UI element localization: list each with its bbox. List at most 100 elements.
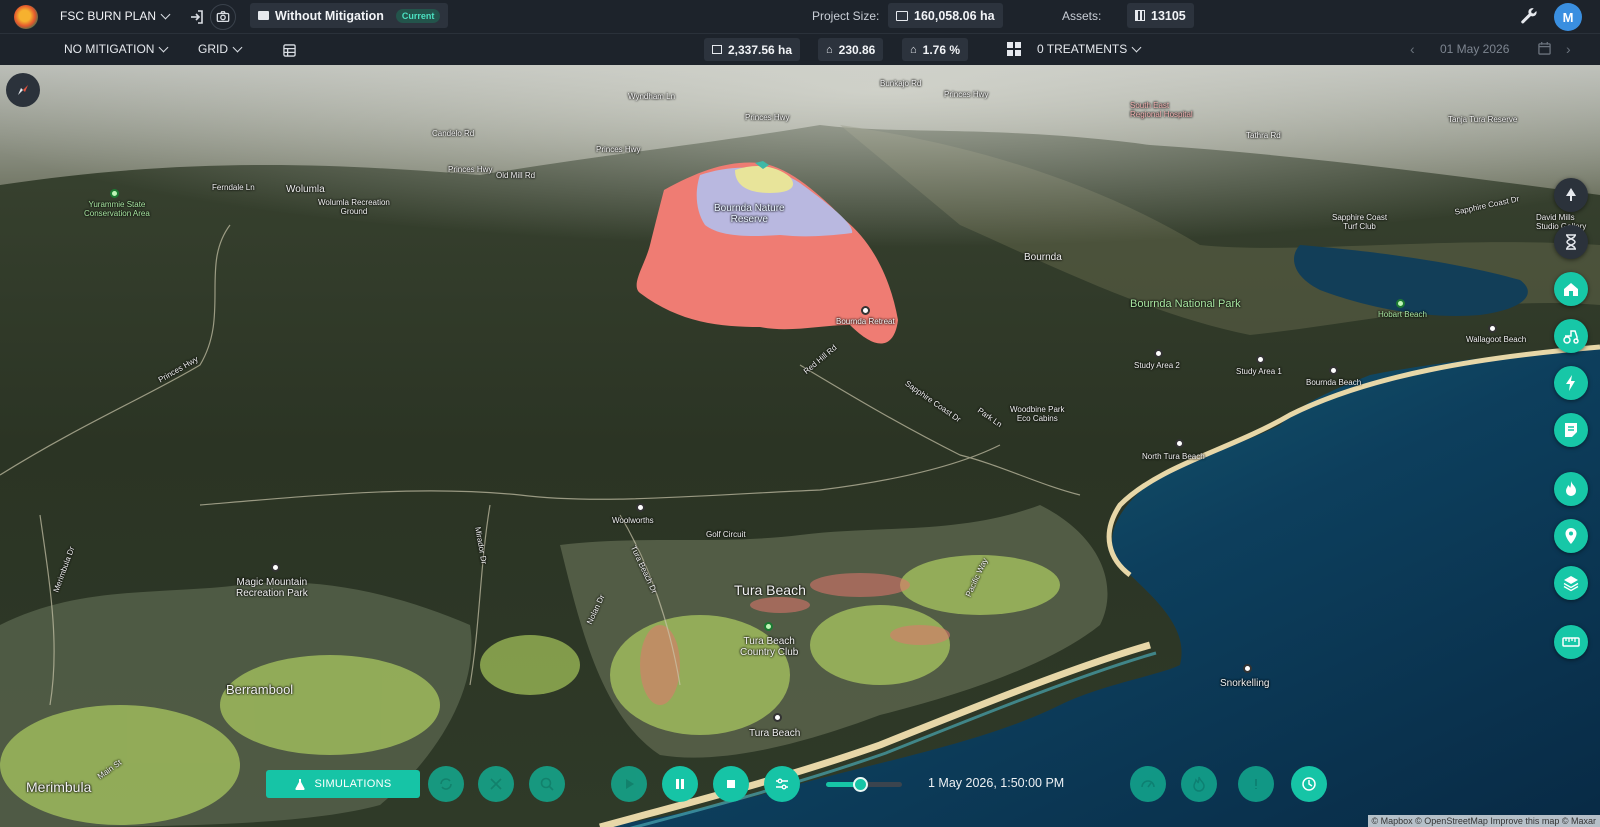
zoom-button[interactable] — [529, 766, 565, 802]
map-label: Merimbula — [26, 779, 92, 795]
ignition-button[interactable] — [1554, 225, 1588, 259]
map-label: Tathra Rd — [1246, 131, 1281, 140]
terrain-background — [0, 65, 1600, 827]
map-label: Magic Mountain Recreation Park — [236, 577, 308, 599]
map-view[interactable]: Wyndham Ln Bunkajo Rd Princes Hwy South … — [0, 65, 1600, 827]
dashboard-icon[interactable] — [1006, 41, 1022, 57]
notes-button[interactable] — [1554, 413, 1588, 447]
clock-icon — [1302, 777, 1316, 791]
map-marker — [1488, 324, 1497, 333]
app-logo[interactable] — [14, 5, 38, 29]
assets-value: 13105 — [1151, 8, 1186, 23]
fire-weather-button[interactable] — [1554, 178, 1588, 212]
map-marker — [1243, 664, 1252, 673]
chevron-down-icon — [159, 42, 169, 52]
camera-icon[interactable] — [210, 4, 236, 30]
top-bar: FSC BURN PLAN Without Mitigation Current… — [0, 0, 1600, 34]
info-icon — [1255, 779, 1257, 789]
tractor-icon — [1563, 330, 1579, 344]
map-label: Woolworths — [612, 516, 654, 525]
compass-icon — [18, 85, 28, 95]
scenario-name: Without Mitigation — [275, 8, 384, 23]
map-label: Study Area 1 — [1236, 367, 1282, 376]
wrench-icon[interactable] — [1518, 5, 1540, 27]
chevron-down-icon — [160, 9, 171, 19]
rotate-button[interactable] — [428, 766, 464, 802]
dashboard-toggle-button[interactable] — [1130, 766, 1166, 802]
tree-icon — [1566, 188, 1576, 201]
avatar[interactable]: M — [1554, 3, 1582, 31]
flame-icon — [1193, 776, 1205, 792]
fire-button[interactable] — [1554, 472, 1588, 506]
sign-in-icon[interactable] — [186, 6, 208, 28]
map-marker — [271, 563, 280, 572]
grid-dropdown[interactable]: GRID — [198, 42, 243, 56]
map-label: Woodbine Park Eco Cabins — [1010, 405, 1065, 423]
map-label: Princes Hwy — [448, 165, 493, 174]
note-icon — [1565, 423, 1577, 437]
fire-behaviour-button[interactable] — [1181, 766, 1217, 802]
date-next-button[interactable]: › — [1566, 41, 1571, 57]
map-label: Tura Beach Country Club — [740, 636, 799, 658]
map-label: Old Mill Rd — [496, 171, 536, 180]
houses-stat-pill: ⌂ 230.86 — [818, 38, 884, 61]
map-label: Wolumla Recreation Ground — [318, 198, 390, 216]
map-attribution[interactable]: © Mapbox © OpenStreetMap Improve this ma… — [1367, 815, 1600, 827]
history-button[interactable] — [1291, 766, 1327, 802]
vehicles-button[interactable] — [1554, 319, 1588, 353]
park-marker — [764, 622, 773, 631]
map-pin-icon — [1565, 528, 1577, 544]
map-label: Wolumla — [286, 184, 325, 195]
lightning-icon — [1566, 375, 1575, 391]
compass-button[interactable] — [6, 73, 40, 107]
layers-button[interactable] — [1554, 566, 1588, 600]
info-button[interactable] — [1238, 766, 1274, 802]
treatments-label: 0 TREATMENTS — [1037, 42, 1128, 56]
chevron-down-icon — [232, 42, 243, 52]
map-label: Princes Hwy — [745, 113, 790, 122]
treatments-dropdown[interactable]: 0 TREATMENTS — [1037, 42, 1142, 56]
map-label: Wyndham Ln — [628, 92, 676, 101]
percent-stat-pill: ⌂ 1.76 % — [902, 38, 969, 61]
table-icon[interactable] — [281, 42, 297, 58]
pause-button[interactable] — [662, 766, 698, 802]
calendar-icon[interactable] — [1536, 40, 1552, 56]
map-label: Bournda National Park — [1130, 298, 1241, 310]
map-marker — [636, 503, 645, 512]
simulations-button[interactable]: SIMULATIONS — [266, 770, 420, 798]
map-marker — [861, 306, 870, 315]
app-menu-dropdown[interactable]: FSC BURN PLAN — [60, 9, 171, 23]
measure-button[interactable] — [1554, 625, 1588, 659]
home-icon — [1564, 283, 1578, 296]
map-label: Hobart Beach — [1378, 310, 1427, 319]
date-display: 01 May 2026 — [1440, 42, 1510, 56]
scenario-selector[interactable]: Without Mitigation Current — [250, 3, 449, 28]
map-label: Yurammie State Conservation Area — [84, 200, 150, 218]
play-button[interactable] — [611, 766, 647, 802]
map-marker — [1256, 355, 1265, 364]
park-marker — [110, 189, 119, 198]
map-label: Bournda Beach — [1306, 378, 1362, 387]
stop-icon — [727, 780, 735, 788]
mitigation-dropdown[interactable]: NO MITIGATION — [64, 42, 169, 56]
map-label: Princes Hwy — [944, 90, 989, 99]
mitigation-label: NO MITIGATION — [64, 42, 155, 56]
settings-button[interactable] — [764, 766, 800, 802]
playback-speed-slider[interactable] — [826, 777, 902, 792]
expand-button[interactable] — [478, 766, 514, 802]
map-label: Sapphire Coast Turf Club — [1332, 213, 1388, 231]
power-button[interactable] — [1554, 366, 1588, 400]
rotate-icon — [440, 778, 452, 790]
map-label: Bournda Retreat — [836, 317, 895, 326]
map-label: Tanja Tura Reserve — [1448, 115, 1518, 124]
assets-button[interactable] — [1554, 272, 1588, 306]
avatar-initial: M — [1562, 9, 1574, 25]
stop-button[interactable] — [713, 766, 749, 802]
sliders-icon — [776, 778, 788, 790]
map-label: Ferndale Ln — [212, 183, 255, 192]
gauge-icon — [1141, 780, 1155, 788]
project-size-pill: 160,058.06 ha — [888, 3, 1003, 28]
project-size-label: Project Size: — [812, 9, 880, 23]
location-button[interactable] — [1554, 519, 1588, 553]
date-prev-button[interactable]: ‹ — [1410, 41, 1415, 57]
